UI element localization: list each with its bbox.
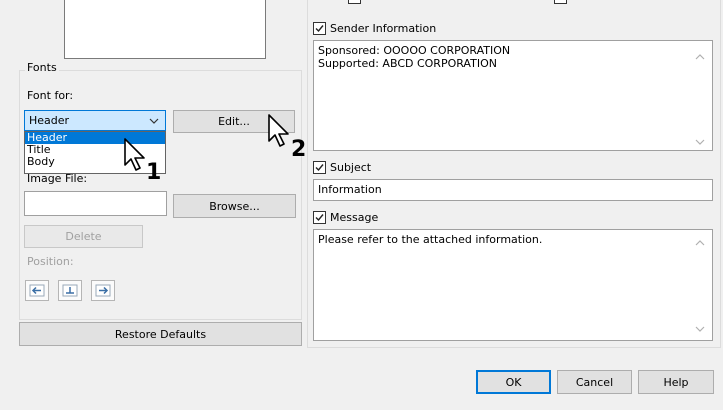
message-label: Message <box>330 211 379 224</box>
position-right-button[interactable] <box>91 280 115 301</box>
message-checkbox[interactable] <box>313 211 326 224</box>
subject-input[interactable]: Information <box>313 179 713 201</box>
subject-label: Subject <box>330 161 372 174</box>
preview-box <box>64 0 266 59</box>
position-center-button[interactable] <box>58 280 82 301</box>
subject-checkbox[interactable] <box>313 161 326 174</box>
sender-information-textarea[interactable]: Sponsored: OOOOO CORPORATION Supported: … <box>313 40 713 151</box>
help-button[interactable]: Help <box>638 370 714 394</box>
checkmark-icon <box>315 214 324 222</box>
step-2-callout: 2 <box>291 137 307 162</box>
checkmark-icon <box>315 25 324 33</box>
scroll-up-icon[interactable] <box>694 52 706 62</box>
mouse-cursor-icon <box>268 114 289 147</box>
sender-information-label: Sender Information <box>330 22 437 35</box>
scroll-up-icon[interactable] <box>694 238 706 248</box>
restore-defaults-button[interactable]: Restore Defaults <box>19 322 302 346</box>
sender-information-checkbox[interactable] <box>313 22 326 35</box>
font-for-label: Font for: <box>27 89 74 102</box>
ok-button[interactable]: OK <box>476 370 551 394</box>
browse-button[interactable]: Browse... <box>173 194 296 218</box>
chevron-down-icon <box>149 118 159 124</box>
font-for-selected-value: Header <box>29 114 70 127</box>
arrow-left-icon <box>29 284 45 297</box>
image-file-input[interactable] <box>24 191 167 216</box>
checkmark-icon <box>315 164 324 172</box>
position-left-button[interactable] <box>25 280 49 301</box>
scroll-down-icon[interactable] <box>694 324 706 334</box>
position-label: Position: <box>27 255 74 268</box>
message-textarea[interactable]: Please refer to the attached information… <box>313 229 713 341</box>
align-center-icon <box>62 284 78 297</box>
font-for-combobox[interactable]: Header <box>24 110 166 131</box>
cancel-button[interactable]: Cancel <box>557 370 632 394</box>
step-1-callout: 1 <box>146 160 162 185</box>
delete-button[interactable]: Delete <box>24 225 143 248</box>
scroll-down-icon[interactable] <box>694 137 706 147</box>
arrow-right-icon <box>95 284 111 297</box>
fonts-group-title: Fonts <box>25 61 59 74</box>
